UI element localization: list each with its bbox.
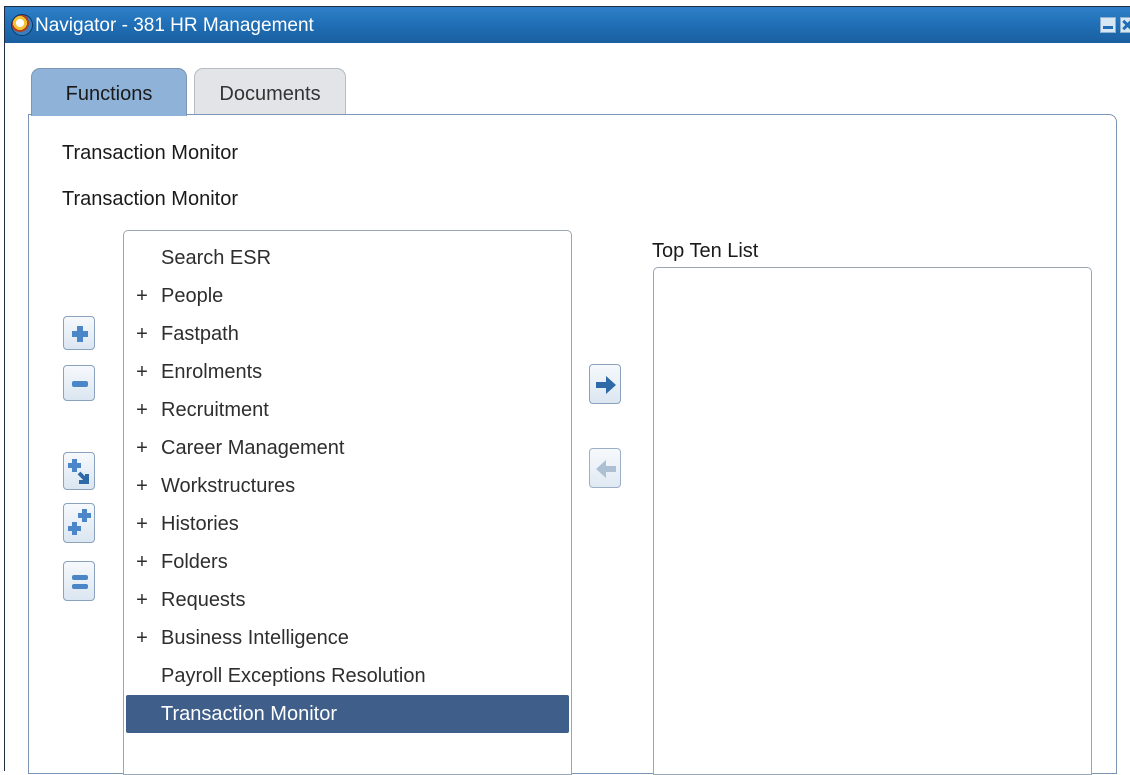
tree-item-label: Workstructures	[161, 475, 296, 497]
tree-item-label: Career Management	[161, 437, 345, 459]
tree-item[interactable]: + Histories	[126, 505, 569, 543]
function-tree[interactable]: Search ESR + People + Fastpath + Enrolme…	[123, 230, 572, 775]
tree-item-label: Payroll Exceptions Resolution	[161, 665, 426, 687]
minus-icon	[72, 381, 88, 387]
selected-function-label: Transaction Monitor	[62, 188, 238, 210]
expand-branch-button[interactable]	[63, 452, 95, 490]
tree-item[interactable]: + Workstructures	[126, 467, 569, 505]
tree-item[interactable]: + Career Management	[126, 429, 569, 467]
tree-item-label: Transaction Monitor	[161, 703, 337, 725]
tree-item-label: Business Intelligence	[161, 627, 349, 649]
plus-icon	[72, 326, 88, 342]
remove-from-top-ten-button[interactable]	[589, 448, 621, 488]
tree-item-label: Enrolments	[161, 361, 263, 383]
expand-button[interactable]	[63, 316, 95, 350]
tree-item[interactable]: Search ESR	[126, 239, 569, 277]
arrow-right-icon	[596, 376, 616, 394]
add-to-top-ten-button[interactable]	[589, 364, 621, 404]
tree-item-label: Search ESR	[161, 247, 272, 269]
tree-expander[interactable]: +	[134, 543, 150, 581]
tree-item[interactable]: + Requests	[126, 581, 569, 619]
tree-expander[interactable]: +	[134, 467, 150, 505]
tab-functions[interactable]: Functions	[31, 68, 187, 116]
tab-documents[interactable]: Documents	[194, 68, 346, 114]
title-bar[interactable]: Navigator - 381 HR Management	[5, 7, 1130, 43]
tree-item[interactable]: + Recruitment	[126, 391, 569, 429]
tree-item[interactable]: Payroll Exceptions Resolution	[126, 657, 569, 695]
arrow-left-icon	[596, 460, 616, 478]
tree-item[interactable]: + Folders	[126, 543, 569, 581]
collapse-all-button[interactable]	[63, 561, 95, 601]
tree-expander[interactable]: +	[134, 277, 150, 315]
tree-expander[interactable]: +	[134, 505, 150, 543]
tree-item[interactable]: + Business Intelligence	[126, 619, 569, 657]
tree-item-label: Folders	[161, 551, 228, 573]
expand-all-button[interactable]	[63, 503, 95, 543]
collapse-all-icon	[72, 575, 88, 589]
tree-item-label: Requests	[161, 589, 246, 611]
tree-expander[interactable]: +	[134, 619, 150, 657]
current-function-label: Transaction Monitor	[62, 142, 238, 164]
tree-item-selected[interactable]: Transaction Monitor	[126, 695, 569, 733]
tree-expander[interactable]: +	[134, 391, 150, 429]
app-icon	[11, 14, 33, 36]
window-title: Navigator - 381 HR Management	[35, 15, 314, 36]
minimize-icon[interactable]	[1100, 17, 1116, 33]
tree-expander[interactable]: +	[134, 315, 150, 353]
tree-item-label: Recruitment	[161, 399, 269, 421]
tree-expander[interactable]: +	[134, 581, 150, 619]
tree-item[interactable]: + People	[126, 277, 569, 315]
tree-item[interactable]: + Enrolments	[126, 353, 569, 391]
tree-item-label: Fastpath	[161, 323, 239, 345]
collapse-button[interactable]	[63, 365, 95, 401]
expand-branch-icon	[68, 459, 89, 484]
tree-expander[interactable]: +	[134, 353, 150, 391]
top-ten-list-label: Top Ten List	[652, 240, 759, 262]
top-ten-list[interactable]	[653, 267, 1092, 775]
expand-all-icon	[68, 509, 91, 535]
tree-expander[interactable]: +	[134, 429, 150, 467]
tree-item-label: Histories	[161, 513, 239, 535]
tree-item[interactable]: + Fastpath	[126, 315, 569, 353]
tree-item-label: People	[161, 285, 224, 307]
close-icon[interactable]	[1120, 17, 1130, 33]
